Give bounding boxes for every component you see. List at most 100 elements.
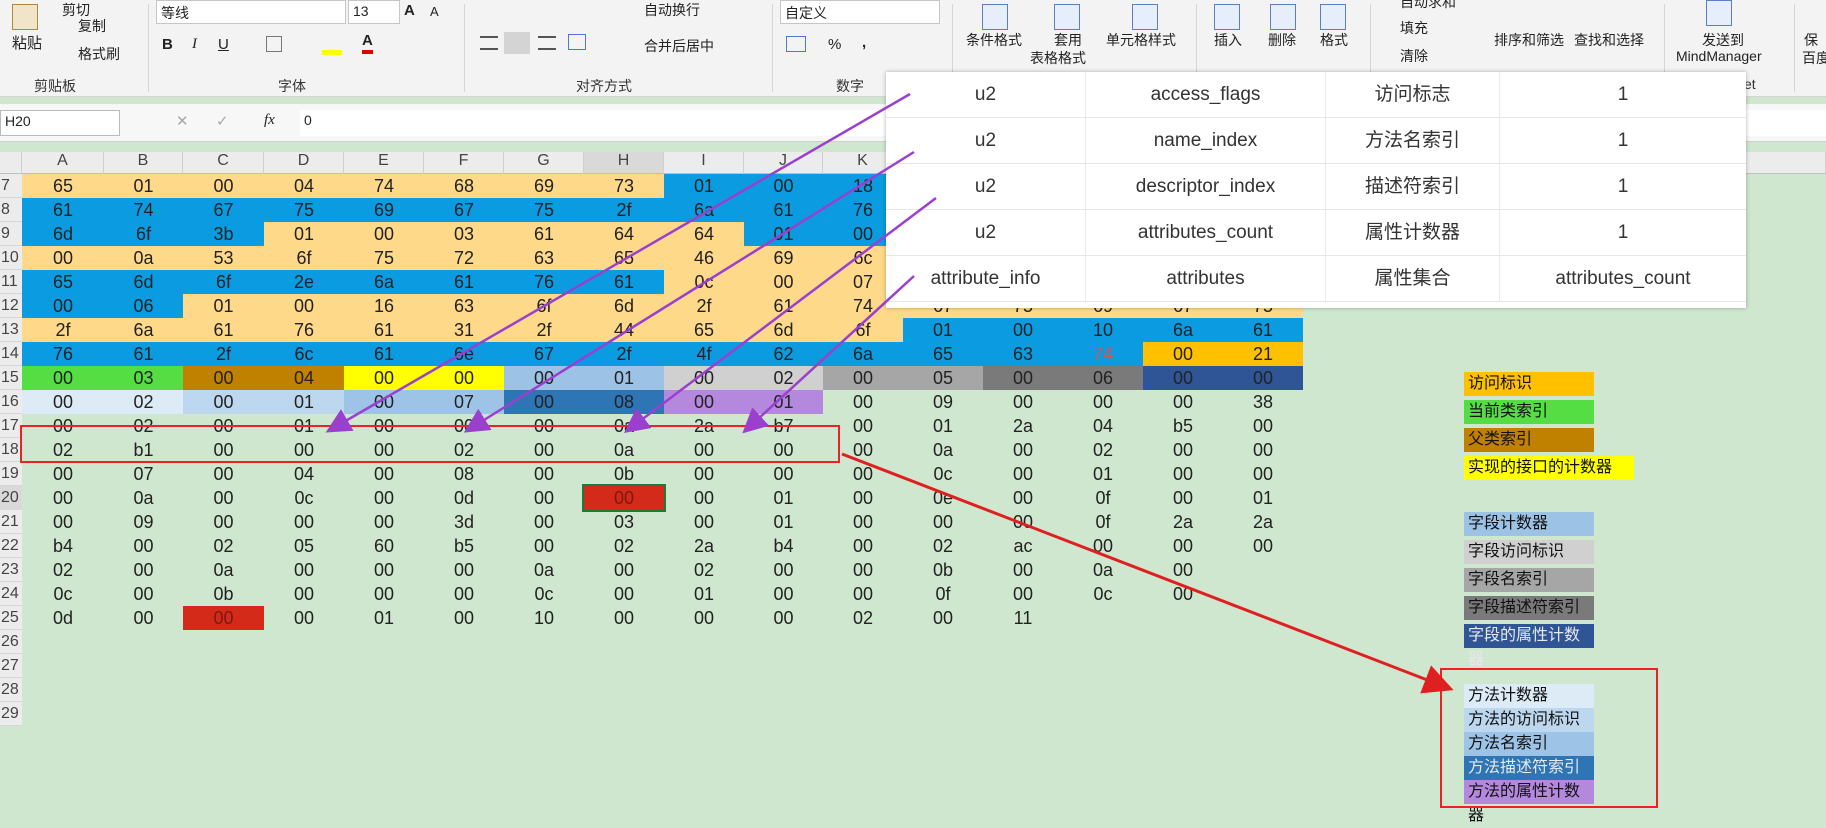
cell-p25[interactable] [1223,606,1303,630]
row-header-27[interactable]: 27 [0,654,22,678]
accounting-icon[interactable] [786,36,806,52]
cell-l18[interactable]: 0a [903,438,983,462]
cell-d10[interactable]: 6f [264,246,344,270]
cell-g15[interactable]: 00 [504,366,584,390]
cell-l17[interactable]: 01 [903,414,983,438]
cell-a20[interactable]: 00 [22,486,104,510]
cell-a21[interactable]: 00 [22,510,104,534]
cell-f23[interactable]: 00 [424,558,504,582]
cell-e25[interactable]: 01 [344,606,424,630]
cell-l23[interactable]: 0b [903,558,983,582]
fx-icon[interactable]: fx [264,112,275,129]
cell-a8[interactable]: 61 [22,198,104,222]
cell-a15[interactable]: 00 [22,366,104,390]
cell-j23[interactable]: 00 [744,558,823,582]
cell-e15[interactable]: 00 [344,366,424,390]
cell-o21[interactable]: 2a [1143,510,1223,534]
cell-g14[interactable]: 67 [504,342,584,366]
cell-l15[interactable]: 05 [903,366,983,390]
cell-j20[interactable]: 01 [744,486,823,510]
clear-button[interactable]: 清除 [1400,46,1428,66]
cell-g12[interactable]: 6f [504,294,584,318]
cell-h25[interactable]: 00 [584,606,664,630]
cell-e11[interactable]: 6a [344,270,424,294]
cell-e19[interactable]: 00 [344,462,424,486]
cell-c10[interactable]: 53 [183,246,264,270]
cell-o14[interactable]: 00 [1143,342,1223,366]
cell-p15[interactable]: 00 [1223,366,1303,390]
row-header-9[interactable]: 9 [0,222,22,246]
cell-i7[interactable]: 01 [664,174,744,198]
row-header-16[interactable]: 16 [0,390,22,414]
merge-center-button[interactable]: 合并后居中 [644,36,714,56]
column-header-c[interactable]: C [183,152,264,174]
fill-button[interactable]: 填充 [1400,18,1428,38]
format-cells-icon[interactable] [1320,4,1346,30]
cell-b22[interactable]: 00 [104,534,183,558]
column-header-g[interactable]: G [504,152,584,174]
extra-button[interactable]: 保 [1804,30,1818,50]
cell-n14[interactable]: 74 [1063,342,1143,366]
cell-o25[interactable] [1143,606,1223,630]
cell-h15[interactable]: 01 [584,366,664,390]
cell-e9[interactable]: 00 [344,222,424,246]
cell-b13[interactable]: 6a [104,318,183,342]
cell-b19[interactable]: 07 [104,462,183,486]
row-header-18[interactable]: 18 [0,438,22,462]
font-size-select[interactable]: 13 [348,0,400,24]
cell-i24[interactable]: 01 [664,582,744,606]
cell-h12[interactable]: 6d [584,294,664,318]
cell-g13[interactable]: 2f [504,318,584,342]
cell-b8[interactable]: 74 [104,198,183,222]
cell-d9[interactable]: 01 [264,222,344,246]
cell-d15[interactable]: 04 [264,366,344,390]
cell-n23[interactable]: 0a [1063,558,1143,582]
cell-n15[interactable]: 06 [1063,366,1143,390]
cell-d11[interactable]: 2e [264,270,344,294]
wrap-text-button[interactable]: 自动换行 [644,0,700,20]
cell-l16[interactable]: 09 [903,390,983,414]
cell-b12[interactable]: 06 [104,294,183,318]
cell-f9[interactable]: 03 [424,222,504,246]
cell-a7[interactable]: 65 [22,174,104,198]
cell-p13[interactable]: 61 [1223,318,1303,342]
cell-g22[interactable]: 00 [504,534,584,558]
cell-k25[interactable]: 02 [823,606,903,630]
cell-b25[interactable]: 00 [104,606,183,630]
cell-f24[interactable]: 00 [424,582,504,606]
cell-j19[interactable]: 00 [744,462,823,486]
cell-l24[interactable]: 0f [903,582,983,606]
cell-m15[interactable]: 00 [983,366,1063,390]
cell-p19[interactable]: 00 [1223,462,1303,486]
cell-i11[interactable]: 0c [664,270,744,294]
cell-b15[interactable]: 03 [104,366,183,390]
cell-m21[interactable]: 00 [983,510,1063,534]
cell-f14[interactable]: 6e [424,342,504,366]
cell-d23[interactable]: 00 [264,558,344,582]
cell-d20[interactable]: 0c [264,486,344,510]
cell-p14[interactable]: 21 [1223,342,1303,366]
cell-c24[interactable]: 0b [183,582,264,606]
cell-i13[interactable]: 65 [664,318,744,342]
cell-g9[interactable]: 61 [504,222,584,246]
cell-h8[interactable]: 2f [584,198,664,222]
cell-j14[interactable]: 62 [744,342,823,366]
row-header-22[interactable]: 22 [0,534,22,558]
cell-h20[interactable]: 00 [582,484,666,512]
cell-h23[interactable]: 00 [584,558,664,582]
cell-e22[interactable]: 60 [344,534,424,558]
cell-b20[interactable]: 0a [104,486,183,510]
cell-j12[interactable]: 61 [744,294,823,318]
cell-e14[interactable]: 61 [344,342,424,366]
row-header-12[interactable]: 12 [0,294,22,318]
cell-g19[interactable]: 00 [504,462,584,486]
cell-m24[interactable]: 00 [983,582,1063,606]
cell-k13[interactable]: 6f [823,318,903,342]
align-left-icon[interactable] [480,36,498,50]
insert-icon[interactable] [1214,4,1240,30]
cell-f22[interactable]: b5 [424,534,504,558]
cell-b10[interactable]: 0a [104,246,183,270]
cell-j7[interactable]: 00 [744,174,823,198]
cell-n17[interactable]: 04 [1063,414,1143,438]
cell-e7[interactable]: 74 [344,174,424,198]
